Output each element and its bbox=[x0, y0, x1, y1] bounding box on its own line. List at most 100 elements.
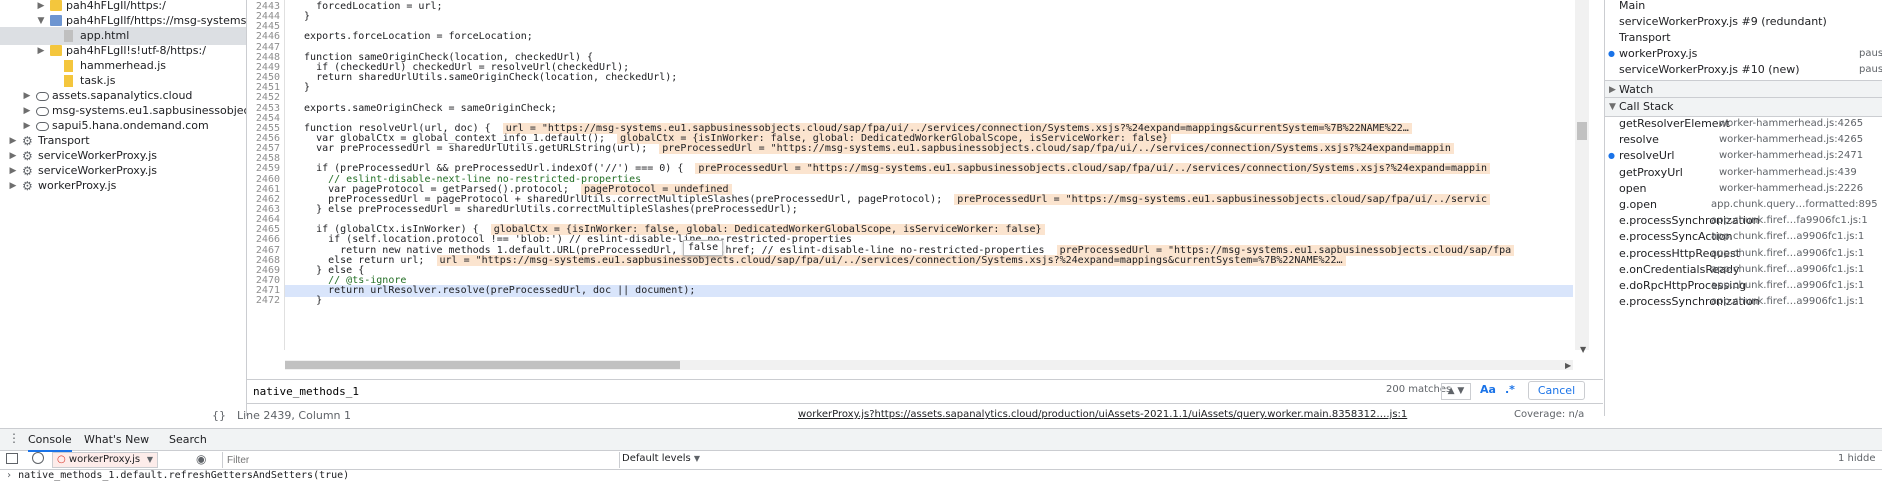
source-link[interactable]: workerProxy.js?https://assets.sapanalyti… bbox=[798, 409, 1407, 420]
thread-item[interactable]: serviceWorkerProxy.js #9 (redundant) bbox=[1605, 14, 1882, 30]
paused-icon: ○ bbox=[57, 454, 69, 465]
code-line[interactable]: var preProcessedUrl = sharedUrlUtils.get… bbox=[292, 143, 1454, 155]
code-line[interactable]: return sharedUrlUtils.sameOriginCheck(lo… bbox=[292, 72, 677, 84]
code-line[interactable]: } bbox=[292, 11, 310, 23]
frame-location[interactable]: worker-hammerhead.js:4265 bbox=[1719, 116, 1863, 132]
tree-item[interactable]: ▶ ⚙ workerProxy.js bbox=[0, 177, 246, 195]
thread-item[interactable]: serviceWorkerProxy.js #10 (new) pausec bbox=[1605, 62, 1882, 78]
hidden-count: 1 hidde bbox=[1838, 453, 1876, 464]
eye-icon[interactable]: ◉ bbox=[196, 452, 206, 466]
inline-value: preProcessedUrl = "https://msg-systems.e… bbox=[659, 143, 1454, 155]
call-frame[interactable]: e.processHttpRequest app.chunk.firef…a990… bbox=[1605, 246, 1882, 262]
clear-console-icon[interactable] bbox=[32, 452, 44, 464]
call-frame[interactable]: resolve worker-hammerhead.js:4265 bbox=[1605, 132, 1882, 148]
filter-input[interactable] bbox=[222, 452, 620, 468]
scroll-thumb[interactable] bbox=[1577, 122, 1587, 140]
frame-location[interactable]: worker-hammerhead.js:2226 bbox=[1719, 181, 1863, 197]
code-line[interactable]: return urlResolver.resolve(preProcessedU… bbox=[285, 285, 1573, 298]
call-frame[interactable]: open worker-hammerhead.js:2226 bbox=[1605, 181, 1882, 197]
frame-location[interactable]: worker-hammerhead.js:439 bbox=[1719, 165, 1857, 181]
call-stack-section-header[interactable]: ▼ Call Stack bbox=[1605, 97, 1882, 117]
frame-function: resolveUrl bbox=[1619, 149, 1675, 163]
code-line[interactable]: exports.sameOriginCheck = sameOriginChec… bbox=[292, 103, 557, 115]
levels-label: Default levels bbox=[622, 453, 691, 464]
frame-location[interactable]: app.chunk.query…formatted:895 bbox=[1711, 197, 1878, 213]
context-selector[interactable]: ○ workerProxy.js ▼ bbox=[52, 452, 158, 468]
cloud-icon bbox=[36, 107, 49, 116]
search-input[interactable] bbox=[251, 383, 1340, 400]
thread-item[interactable]: ● workerProxy.js pausec bbox=[1605, 46, 1882, 62]
scroll-down-arrow-icon[interactable]: ▼ bbox=[1580, 345, 1586, 354]
horizontal-scrollbar[interactable] bbox=[285, 360, 1573, 370]
vertical-scrollbar[interactable] bbox=[1575, 0, 1589, 350]
call-frame[interactable]: e.processSyncAction app.chunk.firef…a9906… bbox=[1605, 229, 1882, 245]
sidebar-toggle-icon[interactable] bbox=[6, 453, 18, 464]
pretty-print-button[interactable]: {} bbox=[212, 409, 226, 422]
frame-function: resolve bbox=[1619, 133, 1659, 147]
code-line[interactable]: } else preProcessedUrl = sharedUrlUtils.… bbox=[292, 204, 798, 216]
code-line[interactable]: } bbox=[292, 82, 310, 94]
debugger-sidebar: Main serviceWorkerProxy.js #9 (redundant)… bbox=[1604, 0, 1882, 416]
chevron-down-icon: ▼ bbox=[1609, 102, 1616, 112]
call-frame[interactable]: e.onCredentialsReady app.chunk.firef…a990… bbox=[1605, 262, 1882, 278]
regex-button[interactable]: .* bbox=[1505, 383, 1515, 396]
search-prev-next[interactable]: ▲ ▼ bbox=[1441, 383, 1471, 400]
thread-item[interactable]: Main bbox=[1605, 0, 1882, 14]
file-navigator: ▶ pah4hFLgIl/https:/▼ pah4hFLgIlf/https://… bbox=[0, 0, 247, 416]
frame-location[interactable]: app.chunk.firef…a9906fc1.js:1 bbox=[1711, 262, 1864, 278]
match-case-button[interactable]: Aa bbox=[1480, 383, 1496, 396]
folder-icon bbox=[50, 15, 62, 26]
frame-location[interactable]: app.chunk.firef…a9906fc1.js:1 bbox=[1711, 229, 1864, 245]
gear-icon: ⚙ bbox=[22, 179, 33, 193]
frame-function: getProxyUrl bbox=[1619, 165, 1683, 179]
code-text: forcedLocation = url; bbox=[292, 1, 443, 12]
console-toolbar: ○ workerProxy.js ▼ ◉ Default levels ▼ 1 h… bbox=[0, 451, 1882, 470]
tab-whats-new[interactable]: What's New bbox=[84, 429, 149, 450]
code-text: } bbox=[292, 82, 311, 94]
thread-item[interactable]: Transport bbox=[1605, 30, 1882, 46]
file-icon bbox=[64, 75, 73, 87]
thread-name: workerProxy.js bbox=[1619, 47, 1698, 60]
frame-location[interactable]: worker-hammerhead.js:2471 bbox=[1719, 148, 1863, 164]
frame-location[interactable]: app.chunk.firef…a9906fc1.js:1 bbox=[1711, 278, 1864, 294]
thread-name: serviceWorkerProxy.js #9 (redundant) bbox=[1619, 15, 1827, 28]
source-editor[interactable]: 2443 2444 2445 2446 2447 2448 2449 2450 2451 2452… bbox=[247, 0, 1603, 370]
call-frame[interactable]: e.processSynchronization app.chunk.firef…… bbox=[1605, 294, 1882, 310]
tab-console[interactable]: Console bbox=[28, 429, 72, 452]
cursor-position: Line 2439, Column 1 bbox=[237, 409, 352, 422]
line-gutter[interactable]: 2443 2444 2445 2446 2447 2448 2449 2450 2451 2452… bbox=[247, 0, 285, 350]
chevron-right-icon[interactable]: ▶ bbox=[8, 177, 18, 195]
code-line[interactable]: forcedLocation = url; bbox=[292, 1, 443, 13]
code-line[interactable]: exports.forceLocation = forceLocation; bbox=[292, 31, 533, 43]
file-icon bbox=[64, 30, 73, 42]
scroll-thumb[interactable] bbox=[285, 361, 680, 369]
log-levels-dropdown[interactable]: Default levels ▼ bbox=[622, 453, 700, 464]
code-line[interactable]: else return url; url = "https://msg-syst… bbox=[292, 254, 1346, 267]
call-frame[interactable]: getProxyUrl worker-hammerhead.js:439 bbox=[1605, 165, 1882, 181]
console-output-line: › native_methods_1.default.refreshGetter… bbox=[6, 470, 349, 481]
chevron-down-icon: ▼ bbox=[146, 455, 153, 464]
frame-location[interactable]: worker-hammerhead.js:4265 bbox=[1719, 132, 1863, 148]
tree-item-label: workerProxy.js bbox=[38, 179, 117, 192]
frame-location[interactable]: app.chunk.firef…fa9906fc1.js:1 bbox=[1711, 213, 1868, 229]
tab-search[interactable]: Search bbox=[169, 429, 207, 450]
line-number[interactable]: 2472 bbox=[256, 295, 280, 307]
call-frame[interactable]: g.open app.chunk.query…formatted:895 bbox=[1605, 197, 1882, 213]
scroll-right-arrow-icon[interactable]: ▶ bbox=[1565, 361, 1571, 370]
frame-function: open bbox=[1619, 181, 1647, 195]
thread-state: pausec bbox=[1859, 64, 1882, 75]
code-line[interactable]: } bbox=[292, 295, 322, 307]
more-tools-icon[interactable]: ⋮ bbox=[8, 431, 20, 445]
call-frame[interactable]: e.processSynchronization app.chunk.firef…… bbox=[1605, 213, 1882, 229]
frame-location[interactable]: app.chunk.firef…a9906fc1.js:1 bbox=[1711, 246, 1864, 262]
call-frame[interactable]: ● resolveUrl worker-hammerhead.js:2471 bbox=[1605, 148, 1882, 164]
thread-state: pausec bbox=[1859, 48, 1882, 59]
call-frame[interactable]: e.doRpcHttpProcessing app.chunk.firef…a99… bbox=[1605, 278, 1882, 294]
cancel-button[interactable]: Cancel bbox=[1528, 381, 1585, 400]
call-frame[interactable]: getResolverElement worker-hammerhead.js:4… bbox=[1605, 116, 1882, 132]
section-title: Call Stack bbox=[1619, 100, 1674, 113]
frame-location[interactable]: app.chunk.firef…a9906fc1.js:1 bbox=[1711, 294, 1864, 310]
code-text: var preProcessedUrl = sharedUrlUtils.get… bbox=[292, 143, 648, 155]
chevron-right-icon: › bbox=[6, 470, 13, 481]
cloud-icon bbox=[36, 122, 49, 131]
